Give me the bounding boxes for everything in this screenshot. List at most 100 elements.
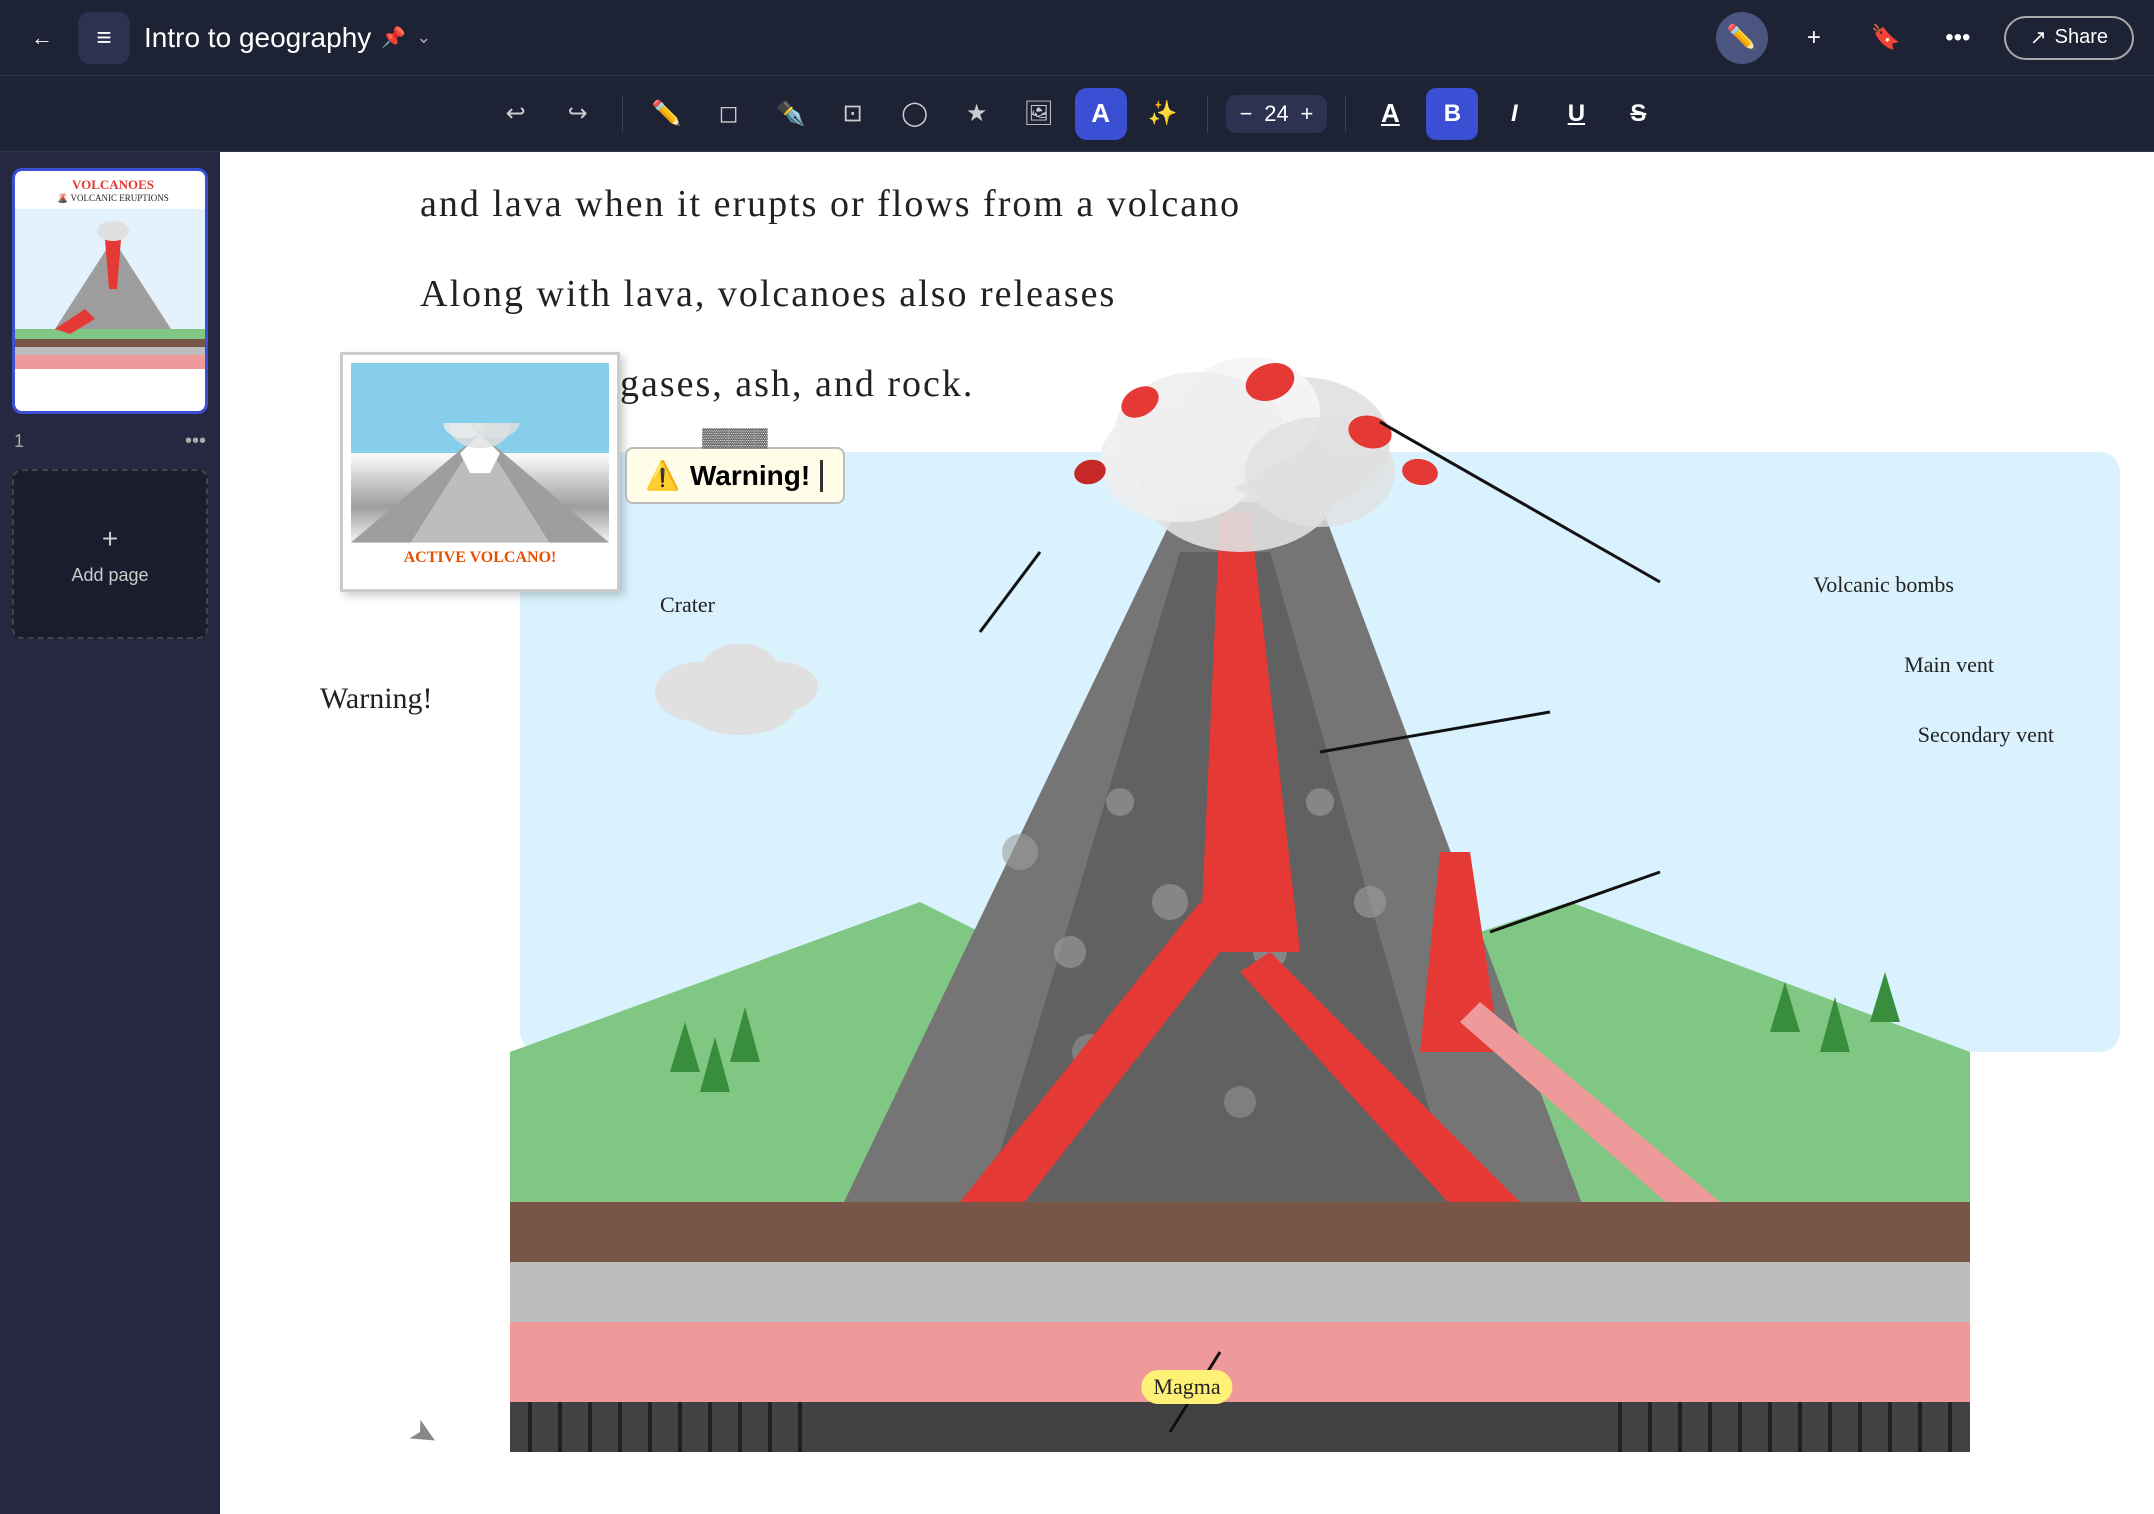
eraser-icon: ◻ bbox=[719, 99, 739, 128]
bookmark-icon: 🔖 bbox=[1871, 23, 1901, 52]
page-number-row: 1 ••• bbox=[12, 426, 208, 457]
image-icon: 🖼 bbox=[1023, 99, 1053, 128]
warning-label-bottom: Warning! bbox=[320, 682, 433, 716]
bold-icon: B bbox=[1444, 100, 1461, 128]
notebook-icon-glyph: ≡ bbox=[96, 22, 111, 53]
lasso-button[interactable]: ◯ bbox=[889, 88, 941, 140]
selection-button[interactable]: ⊡ bbox=[827, 88, 879, 140]
more-icon: ••• bbox=[1945, 24, 1970, 52]
thumb-title: VOLCANOES bbox=[15, 171, 208, 193]
warning-text-label: Warning! bbox=[690, 460, 810, 492]
text-tool-button[interactable]: A bbox=[1075, 88, 1127, 140]
text-line2: Along with lava, volcanoes also releases bbox=[420, 273, 1116, 315]
warning-emoji: ⚠️ bbox=[645, 459, 680, 492]
text-tool-icon: A bbox=[1091, 98, 1110, 129]
active-volcano-caption: ACTIVE VOLCANO! bbox=[351, 549, 609, 567]
pen-tool-icon: ✏️ bbox=[652, 99, 682, 128]
text-line3: gases, ash, and rock. bbox=[620, 363, 974, 405]
share-icon: ↗ bbox=[2030, 25, 2047, 50]
secondary-vent-label: Secondary vent bbox=[1918, 722, 2054, 748]
share-button[interactable]: ↗ Share bbox=[2004, 16, 2134, 60]
warning-text-box[interactable]: ▓▓▓▓▓ ⚠️ Warning! bbox=[625, 447, 845, 504]
undo-button[interactable]: ↩ bbox=[490, 88, 542, 140]
volcano-photo bbox=[351, 363, 609, 543]
document-title: Intro to geography 📌 ⌄ bbox=[144, 22, 431, 54]
text-cursor bbox=[820, 460, 823, 492]
back-button[interactable]: ← bbox=[20, 16, 64, 60]
handle-icon: ▓▓▓▓▓ bbox=[702, 427, 768, 448]
toolbar-separator-2 bbox=[1207, 96, 1208, 132]
magic-icon: ✨ bbox=[1148, 99, 1178, 128]
main-vent-text: Main vent bbox=[1904, 652, 1994, 677]
canvas-page: and lava when it erupts or flows from a … bbox=[220, 152, 2154, 1514]
add-page-label: Add page bbox=[71, 565, 148, 586]
font-size-decrease[interactable]: − bbox=[1240, 101, 1253, 127]
handwritten-line3: gases, ash, and rock. bbox=[620, 362, 974, 406]
handwritten-line2: Along with lava, volcanoes also releases bbox=[420, 272, 1116, 316]
eraser-button[interactable]: ◻ bbox=[703, 88, 755, 140]
underline-button[interactable]: U bbox=[1550, 88, 1602, 140]
text-line1: and lava when it erupts or flows from a … bbox=[420, 183, 1241, 225]
selection-icon: ⊡ bbox=[843, 99, 863, 128]
add-page-header-button[interactable]: + bbox=[1788, 12, 1840, 64]
header-right: ✏️ + 🔖 ••• ↗ Share bbox=[1716, 12, 2134, 64]
magma-label: Magma bbox=[1141, 1370, 1232, 1404]
title-text: Intro to geography bbox=[144, 22, 371, 54]
handwritten-line1: and lava when it erupts or flows from a … bbox=[420, 182, 1241, 226]
font-size-control: − 24 + bbox=[1226, 95, 1328, 133]
thumb-diagram-svg bbox=[15, 204, 208, 374]
redo-icon: ↪ bbox=[568, 99, 588, 128]
warning-bottom-text: Warning! bbox=[320, 682, 433, 715]
magma-text: Magma bbox=[1153, 1374, 1220, 1399]
star-icon: ★ bbox=[966, 99, 988, 128]
add-icon: + bbox=[1807, 24, 1821, 52]
add-page-button[interactable]: + Add page bbox=[12, 469, 208, 639]
more-options-button[interactable]: ••• bbox=[1932, 12, 1984, 64]
toolbar-separator-3 bbox=[1345, 96, 1346, 132]
format-a-icon: A bbox=[1381, 98, 1400, 129]
header: ← ≡ Intro to geography 📌 ⌄ ✏️ + 🔖 ••• ↗ … bbox=[0, 0, 2154, 76]
font-size-increase[interactable]: + bbox=[1301, 101, 1314, 127]
canvas-area[interactable]: and lava when it erupts or flows from a … bbox=[220, 152, 2154, 1514]
crater-text: Crater bbox=[660, 592, 715, 617]
notebook-icon: ≡ bbox=[78, 12, 130, 64]
pen-tool-button[interactable]: ✏️ bbox=[641, 88, 693, 140]
pen-header-button[interactable]: ✏️ bbox=[1716, 12, 1768, 64]
pencil-button[interactable]: ✒️ bbox=[765, 88, 817, 140]
page-number: 1 bbox=[14, 431, 24, 452]
format-a-button[interactable]: A bbox=[1364, 88, 1416, 140]
strikethrough-icon: S bbox=[1630, 100, 1646, 128]
volcanic-bombs-text: Volcanic bombs bbox=[1813, 572, 1954, 597]
main-vent-label: Main vent bbox=[1904, 652, 1994, 678]
volcanic-bombs-label: Volcanic bombs bbox=[1813, 572, 1954, 598]
share-label: Share bbox=[2055, 26, 2108, 49]
sidebar: VOLCANOES 🌋 VOLCANIC ERUPTIONS bbox=[0, 152, 220, 1514]
magic-button[interactable]: ✨ bbox=[1137, 88, 1189, 140]
chevron-down-icon: ⌄ bbox=[416, 27, 431, 48]
pen-icon: ✏️ bbox=[1727, 23, 1757, 52]
volcano-photo-frame: ACTIVE VOLCANO! bbox=[340, 352, 620, 592]
font-size-value: 24 bbox=[1261, 101, 1293, 127]
pin-icon: 📌 bbox=[381, 25, 406, 50]
page-more-options[interactable]: ••• bbox=[185, 430, 206, 453]
toolbar-separator-1 bbox=[622, 96, 623, 132]
secondary-vent-text: Secondary vent bbox=[1918, 722, 2054, 747]
favorites-button[interactable]: ★ bbox=[951, 88, 1003, 140]
bold-button[interactable]: B bbox=[1426, 88, 1478, 140]
image-button[interactable]: 🖼 bbox=[1013, 88, 1065, 140]
strikethrough-button[interactable]: S bbox=[1612, 88, 1664, 140]
thumb-content-1: VOLCANOES 🌋 VOLCANIC ERUPTIONS bbox=[15, 171, 208, 411]
italic-button[interactable]: I bbox=[1488, 88, 1540, 140]
lasso-icon: ◯ bbox=[901, 99, 928, 128]
toolbar: ↩ ↪ ✏️ ◻ ✒️ ⊡ ◯ ★ 🖼 A ✨ − 24 + A B I bbox=[0, 76, 2154, 152]
redo-button[interactable]: ↪ bbox=[552, 88, 604, 140]
header-left: ← ≡ Intro to geography 📌 ⌄ bbox=[20, 12, 431, 64]
pencil-icon: ✒️ bbox=[776, 99, 806, 128]
crater-label: Crater bbox=[660, 592, 715, 618]
undo-icon: ↩ bbox=[506, 99, 526, 128]
main-area: VOLCANOES 🌋 VOLCANIC ERUPTIONS bbox=[0, 152, 2154, 1514]
bookmark-button[interactable]: 🔖 bbox=[1860, 12, 1912, 64]
plus-icon: + bbox=[102, 523, 118, 555]
page-thumbnail-1[interactable]: VOLCANOES 🌋 VOLCANIC ERUPTIONS bbox=[12, 168, 208, 414]
italic-icon: I bbox=[1511, 100, 1518, 128]
